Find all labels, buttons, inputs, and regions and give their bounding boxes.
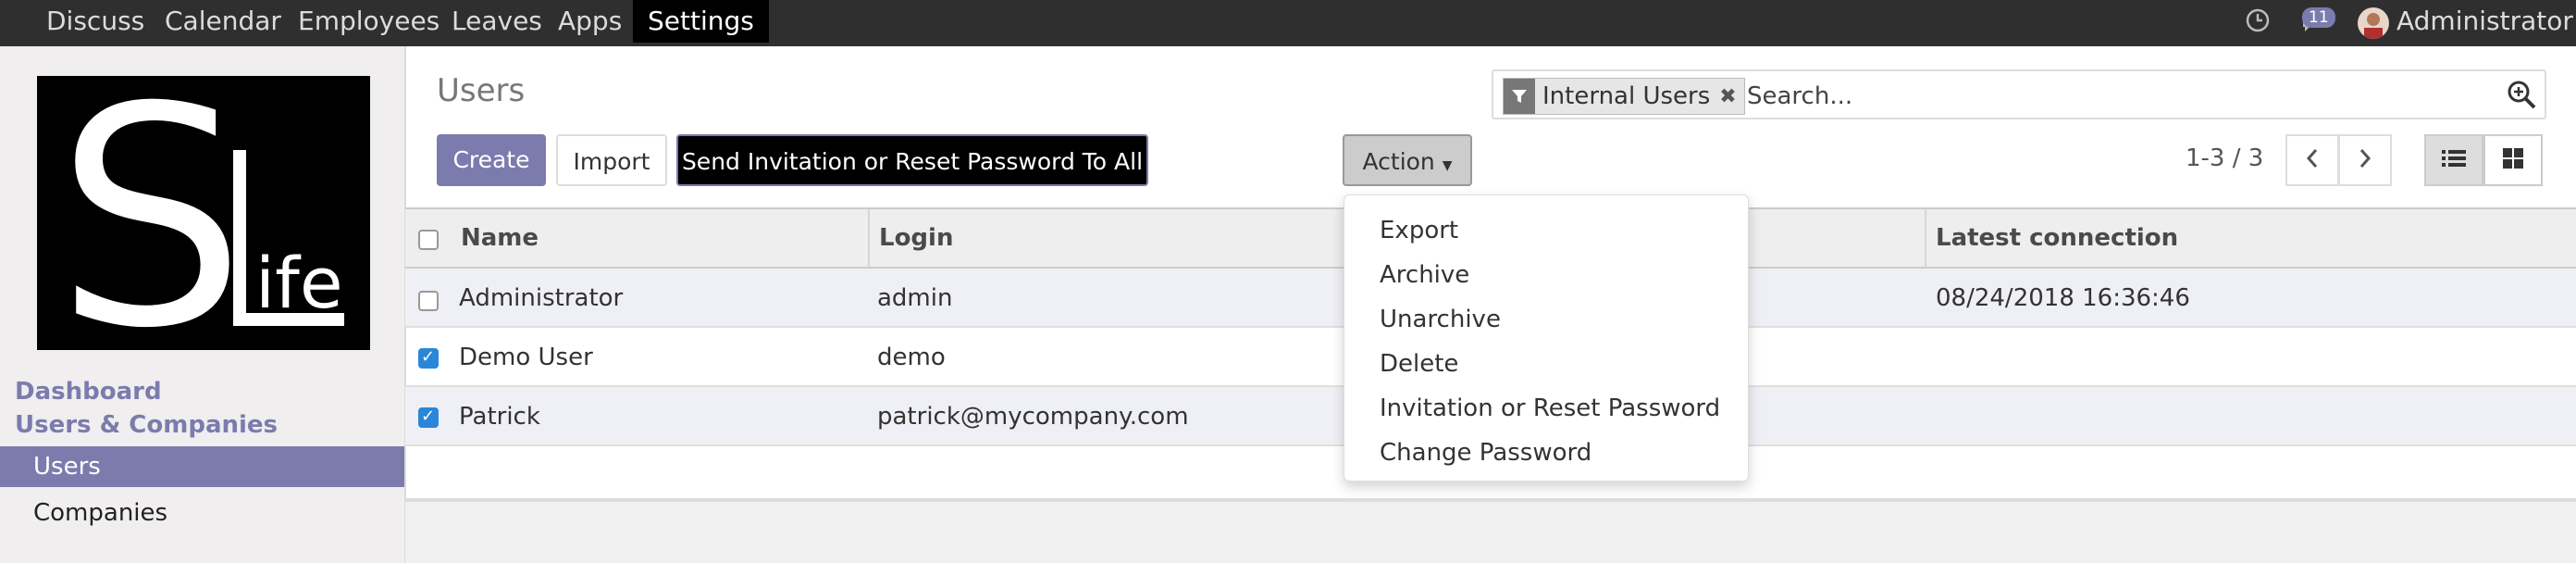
pager-value[interactable]: 1-3 / 3: [2186, 144, 2263, 172]
create-button[interactable]: Create: [437, 134, 546, 186]
filter-icon: [1504, 79, 1535, 114]
notification-badge: 11: [2302, 7, 2335, 28]
pager-previous-button[interactable]: [2285, 134, 2339, 186]
cell-login: admin: [877, 284, 953, 312]
menu-settings[interactable]: Settings: [633, 0, 769, 43]
grid-icon: [2503, 148, 2523, 172]
action-menu-item-delete[interactable]: Delete: [1380, 342, 1458, 386]
row-checkbox[interactable]: [418, 347, 439, 369]
cell-name: Patrick: [459, 403, 540, 431]
menu-apps[interactable]: Apps: [543, 0, 637, 43]
action-menu-item-archive[interactable]: Archive: [1380, 253, 1469, 297]
company-logo: S ife: [37, 40, 370, 398]
list-view-button[interactable]: [2424, 134, 2483, 186]
column-header-name[interactable]: Name: [461, 209, 539, 267]
search-input[interactable]: [1745, 78, 2489, 115]
activity-clock-icon[interactable]: [2245, 7, 2271, 37]
import-button[interactable]: Import: [556, 134, 667, 186]
kanban-view-button[interactable]: [2483, 134, 2543, 186]
facet-label: Internal Users: [1542, 82, 1711, 110]
pager-next-button[interactable]: [2338, 134, 2392, 186]
column-header-latest-connection[interactable]: Latest connection: [1936, 209, 2178, 267]
action-button-label: Action: [1362, 148, 1435, 175]
send-invitation-button[interactable]: Send Invitation or Reset Password To All: [676, 134, 1148, 186]
action-menu-item-invitation-reset[interactable]: Invitation or Reset Password: [1380, 386, 1720, 431]
menu-employees[interactable]: Employees: [283, 0, 454, 43]
sidebar-item-companies[interactable]: Companies: [0, 493, 404, 533]
sidebar-section-users-companies[interactable]: Users & Companies: [15, 411, 278, 439]
menu-discuss[interactable]: Discuss: [31, 0, 159, 43]
column-header-login[interactable]: Login: [879, 209, 953, 267]
chevron-right-icon: [2358, 148, 2372, 172]
row-checkbox[interactable]: [418, 407, 439, 428]
user-avatar[interactable]: [2358, 7, 2389, 39]
svg-text:S: S: [54, 76, 247, 350]
remove-facet-icon[interactable]: ✖: [1719, 85, 1736, 108]
sidebar-item-users[interactable]: Users: [0, 446, 404, 487]
cell-login: demo: [877, 344, 946, 371]
search-icon[interactable]: [2506, 79, 2537, 114]
list-icon: [2442, 149, 2466, 171]
user-menu[interactable]: Administrator: [2396, 0, 2573, 43]
cell-latest-connection: 08/24/2018 16:36:46: [1936, 284, 2190, 312]
page-title: Users: [437, 72, 526, 109]
menu-leaves[interactable]: Leaves: [437, 0, 557, 43]
cell-name: Administrator: [459, 284, 624, 312]
sidebar-section-dashboard[interactable]: Dashboard: [15, 378, 162, 406]
table-footer: [405, 498, 2576, 563]
select-all-checkbox[interactable]: [418, 230, 439, 250]
filter-facet: Internal Users ✖: [1503, 78, 1745, 115]
column-separator: [1925, 209, 1926, 267]
search-bar: Internal Users ✖: [1492, 69, 2546, 119]
cell-name: Demo User: [459, 344, 593, 371]
action-menu-item-export[interactable]: Export: [1380, 208, 1458, 253]
column-separator: [868, 209, 870, 267]
chevron-left-icon: [2305, 148, 2320, 172]
row-checkbox[interactable]: [418, 291, 439, 311]
menu-calendar[interactable]: Calendar: [150, 0, 296, 43]
action-button[interactable]: Action ▼: [1343, 134, 1472, 186]
sidebar: S ife Dashboard Users & Companies Users …: [0, 40, 406, 563]
cell-login: patrick@mycompany.com: [877, 403, 1189, 431]
action-menu-item-change-password[interactable]: Change Password: [1380, 431, 1591, 475]
action-menu-item-unarchive[interactable]: Unarchive: [1380, 297, 1501, 342]
top-navbar: Discuss Calendar Employees Leaves Apps S…: [0, 0, 2576, 46]
action-dropdown-menu: Export Archive Unarchive Delete Invitati…: [1344, 194, 1749, 482]
svg-text:ife: ife: [255, 242, 343, 324]
caret-down-icon: ▼: [1442, 158, 1453, 173]
